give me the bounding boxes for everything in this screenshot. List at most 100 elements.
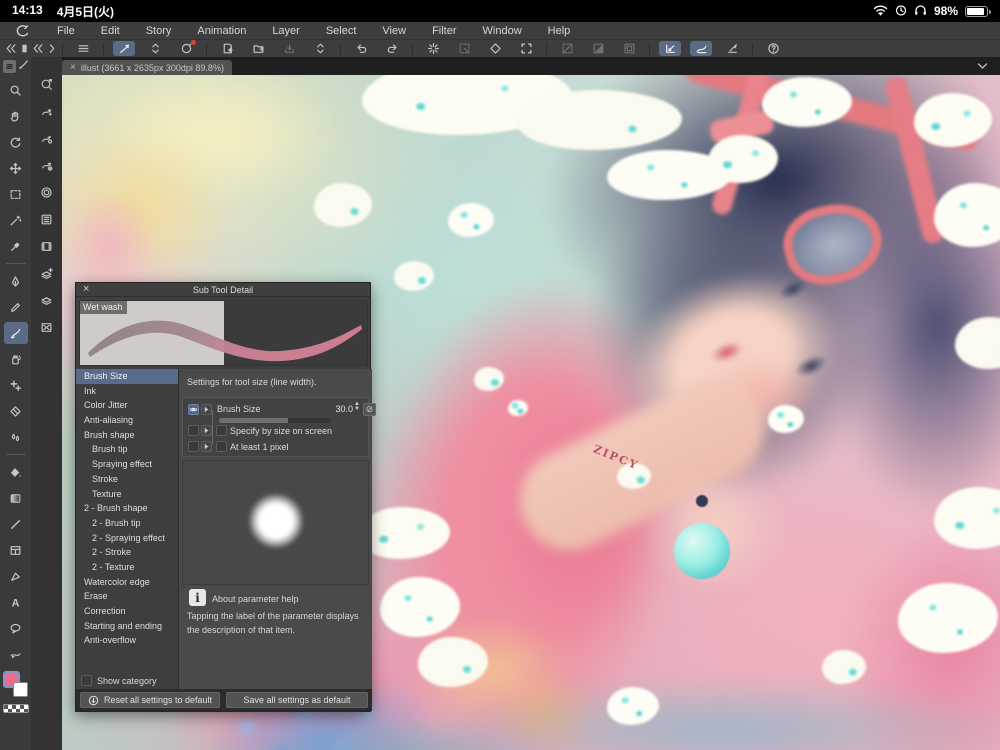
stepper-icon[interactable]: ▲▼ [354,402,360,412]
collapse-left-icon[interactable] [31,41,45,56]
tool-brush-icon[interactable] [4,322,28,344]
panel-box-icon[interactable] [18,41,32,56]
new-canvas-icon[interactable] [216,41,238,56]
tool-hand-icon[interactable] [4,103,28,129]
command-layers-icon[interactable] [35,287,59,313]
menu-item-layer[interactable]: Layer [259,25,313,37]
category-item-brush-shape[interactable]: Brush shape [76,428,178,443]
min-pixel-checkbox[interactable] [216,441,227,452]
show-category-row[interactable]: Show category [81,675,157,686]
dialog-titlebar[interactable]: × Sub Tool Detail [76,283,370,297]
menu-lines-icon[interactable] [72,41,94,56]
updown-chevrons-icon[interactable] [309,41,331,56]
background-color-swatch[interactable] [13,682,28,697]
menu-item-help[interactable]: Help [535,25,584,37]
tool-select-icon[interactable] [4,181,28,207]
category-item-color-jitter[interactable]: Color Jitter [76,398,178,413]
eye-toggle[interactable] [188,404,199,415]
updown-chevrons-icon[interactable] [144,41,166,56]
tool-rotate-icon[interactable] [4,129,28,155]
category-item-spraying-effect[interactable]: Spraying effect [76,457,178,472]
category-item-stroke[interactable]: Stroke [76,472,178,487]
help-icon[interactable] [762,41,784,56]
clear-eraser-icon[interactable] [484,41,506,56]
screen-size-checkbox[interactable] [216,425,227,436]
save-all-button[interactable]: Save all settings as default [226,692,368,708]
dynamics-button[interactable]: ⊘ [363,403,376,416]
menu-item-edit[interactable]: Edit [88,25,133,37]
expand-arrow-button[interactable] [201,425,212,436]
command-film-strip-icon[interactable] [35,233,59,259]
param-label[interactable]: Brush Size [217,404,261,414]
command-delete-box-icon[interactable] [35,314,59,340]
category-item-correction[interactable]: Correction [76,604,178,619]
expand-arrow-button[interactable] [201,404,212,415]
tool-preset-brush-icon[interactable] [18,57,29,75]
collapse-left-icon[interactable] [4,41,18,56]
category-item-watercolor-edge[interactable]: Watercolor edge [76,575,178,590]
category-item-erase[interactable]: Erase [76,589,178,604]
command-circle-outline-icon[interactable] [35,179,59,205]
tool-zoom-icon[interactable] [4,77,28,103]
chevron-down-icon[interactable] [977,57,988,75]
category-item-2-stroke[interactable]: 2 - Stroke [76,545,178,560]
tool-blend-icon[interactable] [4,424,28,450]
tool-figure-icon[interactable] [4,511,28,537]
tool-pen-icon[interactable] [4,268,28,294]
menu-item-filter[interactable]: Filter [419,25,469,37]
command-curve-arrow-2-icon[interactable] [35,125,59,151]
tool-decoration-icon[interactable] [4,372,28,398]
menu-item-animation[interactable]: Animation [184,25,259,37]
category-item-brush-tip[interactable]: Brush tip [76,442,178,457]
tool-airbrush-icon[interactable] [4,346,28,372]
category-item-anti-aliasing[interactable]: Anti-aliasing [76,413,178,428]
command-new-layer-icon[interactable] [35,260,59,286]
category-item-anti-overflow[interactable]: Anti-overflow [76,633,178,648]
snap-guide-icon[interactable] [721,41,743,56]
transform-brush-icon[interactable] [113,41,135,56]
redo-icon[interactable] [381,41,403,56]
menu-item-window[interactable]: Window [470,25,535,37]
csp-logo-icon[interactable] [175,41,197,56]
color-swatches[interactable] [2,671,30,701]
tool-balloon-icon[interactable] [4,615,28,641]
eye-toggle-empty[interactable] [188,425,199,436]
menu-item-view[interactable]: View [369,25,419,37]
tool-eyedropper-icon[interactable] [4,233,28,259]
eye-toggle-empty[interactable] [188,441,199,452]
command-panel-grid-icon[interactable] [35,206,59,232]
category-item-2-brush-tip[interactable]: 2 - Brush tip [76,516,178,531]
min-pixel-label[interactable]: At least 1 pixel [230,442,289,452]
open-folder-icon[interactable] [247,41,269,56]
tool-eraser-icon[interactable] [4,398,28,424]
document-tab[interactable]: × illust (3661 x 2635px 300dpi 89.8%) [62,60,232,75]
tool-fill-icon[interactable] [4,459,28,485]
category-item-2-spraying-effect[interactable]: 2 - Spraying effect [76,531,178,546]
category-item-texture[interactable]: Texture [76,487,178,502]
crop-frame-icon[interactable] [515,41,537,56]
screen-size-label[interactable]: Specify by size on screen [230,426,332,436]
command-curve-arrow-3-icon[interactable] [35,152,59,178]
snap-ruler-icon[interactable] [659,41,681,56]
tool-move-icon[interactable] [4,155,28,181]
tool-wand-icon[interactable] [4,207,28,233]
category-item-2-brush-shape[interactable]: 2 - Brush shape [76,501,178,516]
brush-size-slider[interactable] [219,418,331,423]
tool-frame-icon[interactable] [4,537,28,563]
reset-all-button[interactable]: Reset all settings to default [80,692,220,708]
show-category-checkbox[interactable] [81,675,92,686]
category-item-ink[interactable]: Ink [76,384,178,399]
tool-gradient-icon[interactable] [4,485,28,511]
category-item-2-texture[interactable]: 2 - Texture [76,560,178,575]
chevron-right-icon[interactable] [45,41,59,56]
menu-item-select[interactable]: Select [313,25,370,37]
tool-polyline-icon[interactable] [4,563,28,589]
tab-close-icon[interactable]: × [70,63,76,73]
menu-item-story[interactable]: Story [133,25,185,37]
tool-text-icon[interactable]: A [4,589,28,615]
menu-item-file[interactable]: File [44,25,88,37]
command-curve-arrow-1-icon[interactable] [35,98,59,124]
undo-icon[interactable] [350,41,372,56]
snap-special-icon[interactable] [690,41,712,56]
category-item-brush-size[interactable]: Brush Size [76,369,178,384]
